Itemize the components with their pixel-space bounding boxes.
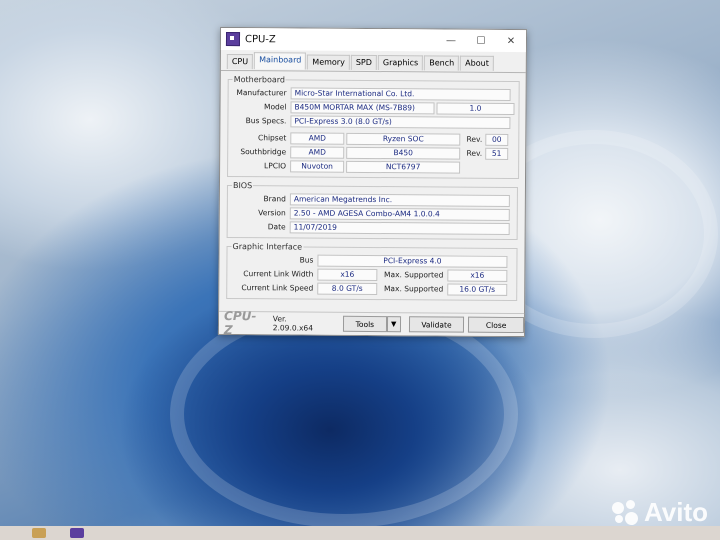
lpcio-name-value: NCT6797 <box>346 160 461 174</box>
chipset-name-value: Ryzen SOC <box>346 132 461 146</box>
tools-button[interactable]: Tools <box>342 315 387 333</box>
graphic-interface-legend: Graphic Interface <box>232 242 303 252</box>
close-button[interactable]: Close <box>468 316 525 334</box>
gi-max-width-value: x16 <box>447 269 508 282</box>
gi-link-speed-value: 8.0 GT/s <box>317 282 378 295</box>
cpuz-app-icon <box>225 31 241 47</box>
chipset-rev-label: Rev. <box>466 134 483 144</box>
southbridge-rev-label: Rev. <box>466 148 483 158</box>
watermark-logo-icon <box>611 499 638 526</box>
tools-dropdown-button[interactable]: ▼ <box>386 316 401 333</box>
manufacturer-label: Manufacturer <box>236 88 287 98</box>
southbridge-vendor-value: AMD <box>290 145 345 159</box>
gi-max-width-label: Max. Supported <box>384 270 444 280</box>
tab-cpu[interactable]: CPU <box>226 53 254 70</box>
model-revision-value: 1.0 <box>436 101 515 115</box>
minimize-button[interactable]: — <box>436 29 466 51</box>
close-icon: ✕ <box>506 35 516 47</box>
bios-version-value: 2.50 - AMD AGESA Combo-AM4 1.0.0.4 <box>289 206 510 221</box>
bios-brand-value: American Megatrends Inc. <box>289 192 510 207</box>
taskbar <box>0 526 720 540</box>
bios-date-label: Date <box>267 222 286 232</box>
taskbar-app-icon[interactable] <box>32 528 46 538</box>
manufacturer-value: Micro-Star International Co. Ltd. <box>290 86 511 101</box>
chipset-rev-value: 00 <box>485 133 509 146</box>
motherboard-legend: Motherboard <box>233 75 286 85</box>
gi-bus-label: Bus <box>299 255 314 265</box>
bios-group: BIOS Brand American Megatrends Inc. Vers… <box>226 180 518 241</box>
tab-bench[interactable]: Bench <box>424 55 460 71</box>
tab-mainboard[interactable]: Mainboard <box>254 52 307 70</box>
close-window-button[interactable]: ✕ <box>496 30 526 52</box>
gi-max-speed-label: Max. Supported <box>383 284 444 294</box>
title-bar[interactable]: CPU-Z — ☐ ✕ <box>220 27 527 53</box>
graphic-interface-group: Graphic Interface Bus PCI-Express 4.0 Cu… <box>226 241 518 302</box>
maximize-button[interactable]: ☐ <box>466 30 496 52</box>
model-value: B450M MORTAR MAX (MS-7B89) <box>290 100 435 114</box>
lpcio-label: LPCIO <box>264 161 287 171</box>
validate-button[interactable]: Validate <box>408 316 465 333</box>
southbridge-name-value: B450 <box>346 146 461 160</box>
chipset-vendor-value: AMD <box>290 131 345 145</box>
lpcio-vendor-value: Nuvoton <box>290 159 345 173</box>
cpuz-logo: CPU-Z <box>223 308 257 338</box>
watermark: Avito <box>611 497 708 528</box>
tab-about[interactable]: About <box>460 55 494 71</box>
minimize-icon: — <box>445 35 457 47</box>
bios-legend: BIOS <box>232 181 253 191</box>
status-bar: CPU-Z Ver. 2.09.0.x64 Tools ▼ Validate C… <box>218 308 525 338</box>
gi-bus-value: PCI-Express 4.0 <box>317 254 508 268</box>
tab-graphics[interactable]: Graphics <box>377 55 424 71</box>
southbridge-rev-value: 51 <box>485 147 509 160</box>
watermark-text: Avito <box>643 497 708 527</box>
gi-max-speed-value: 16.0 GT/s <box>447 283 508 296</box>
motherboard-group: Motherboard Manufacturer Micro-Star Inte… <box>227 74 520 180</box>
chevron-down-icon: ▼ <box>390 320 397 329</box>
maximize-icon: ☐ <box>476 35 486 47</box>
tab-memory[interactable]: Memory <box>307 54 350 70</box>
window-title: CPU-Z <box>244 33 276 45</box>
gi-link-width-value: x16 <box>317 268 378 281</box>
tab-bar: CPU Mainboard Memory SPD Graphics Bench … <box>220 49 526 74</box>
tab-spd[interactable]: SPD <box>350 54 377 71</box>
bus-specs-label: Bus Specs. <box>245 116 287 126</box>
version-text: Ver. 2.09.0.x64 <box>272 314 314 333</box>
cpuz-window: CPU-Z — ☐ ✕ CPU Mainboard Memory SPD Gra… <box>217 26 528 338</box>
model-label: Model <box>263 102 287 112</box>
bios-date-value: 11/07/2019 <box>289 220 510 235</box>
gi-link-width-label: Current Link Width <box>243 269 314 279</box>
southbridge-label: Southbridge <box>240 147 287 157</box>
bios-version-label: Version <box>258 208 286 218</box>
bios-brand-label: Brand <box>263 194 286 204</box>
gi-link-speed-label: Current Link Speed <box>241 283 314 293</box>
taskbar-cpuz-icon[interactable] <box>70 528 84 538</box>
chipset-label: Chipset <box>257 133 287 143</box>
bus-specs-value: PCI-Express 3.0 (8.0 GT/s) <box>290 114 511 129</box>
